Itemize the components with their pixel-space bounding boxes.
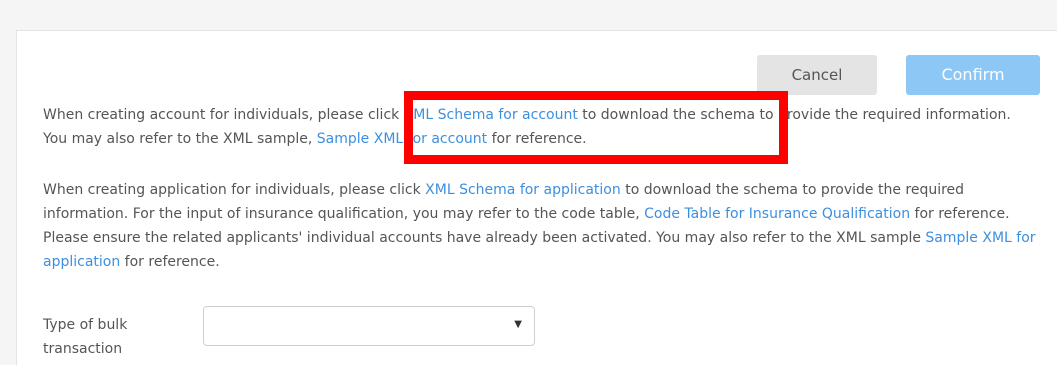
application-text-4: for reference. (120, 254, 220, 270)
xml-schema-application-link[interactable]: XML Schema for application (425, 182, 621, 198)
account-text-1: When creating account for individuals, p… (43, 107, 404, 123)
account-text-3: for reference. (487, 131, 587, 147)
bulk-type-select[interactable]: ▼ (203, 306, 535, 346)
account-instructions: When creating account for individuals, p… (43, 103, 1033, 151)
sample-xml-account-link[interactable]: Sample XML for account (317, 131, 487, 147)
confirm-button[interactable]: Confirm (906, 55, 1040, 95)
application-text-1: When creating application for individual… (43, 182, 426, 198)
bulk-type-label: Type of bulk transaction (43, 317, 128, 357)
application-instructions: When creating application for individual… (43, 178, 1048, 274)
code-table-link[interactable]: Code Table for Insurance Qualification (644, 206, 910, 222)
chevron-down-icon: ▼ (514, 319, 522, 330)
xml-schema-account-link[interactable]: XML Schema for account (404, 107, 578, 123)
cancel-button[interactable]: Cancel (757, 55, 877, 95)
